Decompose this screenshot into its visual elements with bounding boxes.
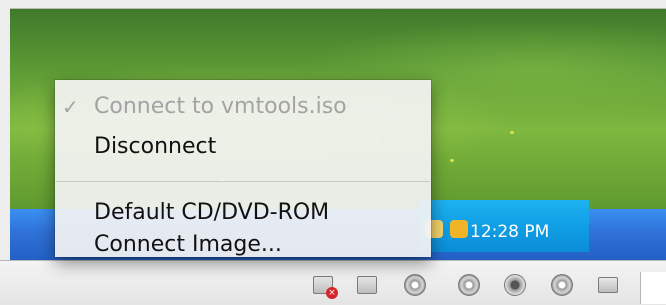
- floppy-icon[interactable]: [356, 274, 378, 296]
- resize-grip[interactable]: [640, 272, 666, 304]
- menu-item-label: Default CD/DVD-ROM: [94, 200, 330, 225]
- checkmark-icon: ✓: [62, 95, 79, 119]
- hard-disk-icon[interactable]: [458, 274, 480, 296]
- taskbar-clock[interactable]: 12:28 PM: [470, 222, 549, 242]
- shared-folder-icon[interactable]: [597, 274, 619, 296]
- menu-separator: [56, 181, 430, 182]
- menu-item-label: Connect Image...: [94, 232, 282, 257]
- flower-dot: [510, 131, 514, 134]
- usb-icon[interactable]: [551, 274, 573, 296]
- menu-item-label: Connect to vmtools.iso: [94, 94, 347, 119]
- network-disconnected-icon[interactable]: ×: [312, 274, 338, 299]
- cd-dvd-context-menu: ✓ Connect to vmtools.iso Disconnect Defa…: [55, 80, 431, 257]
- menu-item-disconnect[interactable]: Disconnect: [55, 130, 431, 164]
- menu-item-label: Disconnect: [94, 134, 217, 159]
- menu-item-connect-vmtools[interactable]: ✓ Connect to vmtools.iso: [55, 90, 431, 124]
- flower-dot: [450, 159, 454, 162]
- sound-icon[interactable]: [504, 274, 526, 296]
- menu-item-default-cd-dvd-rom[interactable]: Default CD/DVD-ROM: [55, 196, 431, 230]
- vmware-tools-icon[interactable]: [450, 220, 468, 238]
- menu-item-connect-image[interactable]: Connect Image...: [55, 234, 431, 256]
- cd-dvd-icon[interactable]: [404, 274, 426, 296]
